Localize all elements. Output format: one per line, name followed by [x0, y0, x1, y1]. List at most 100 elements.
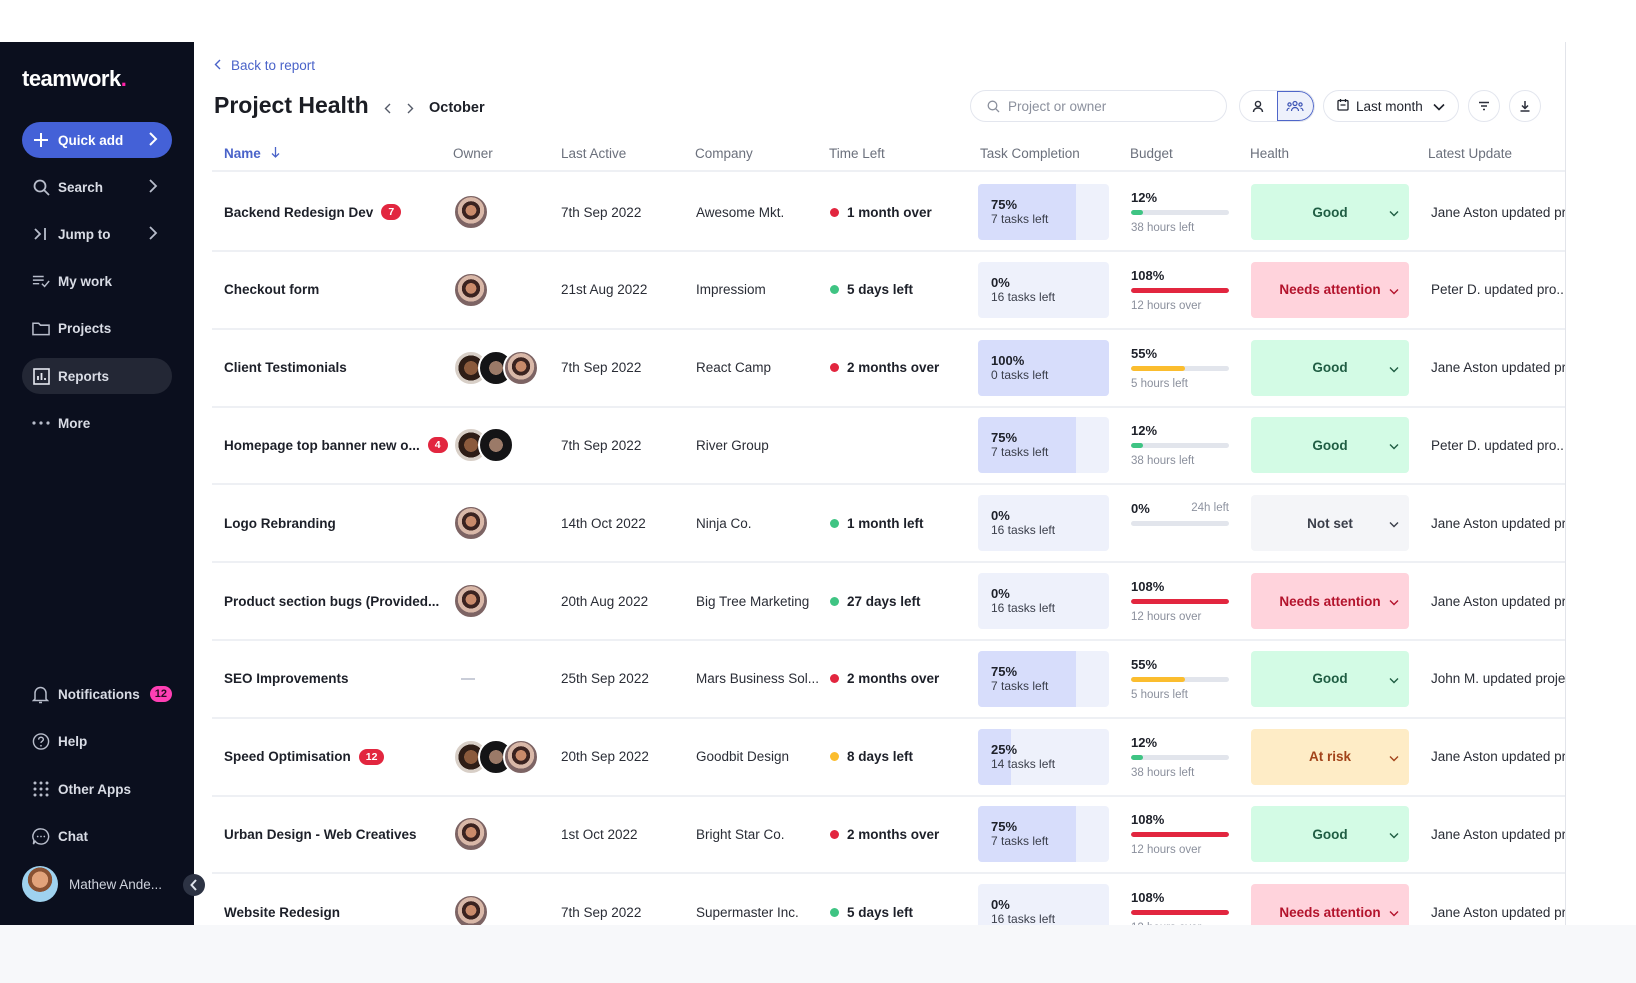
health-status-dropdown[interactable]: Good — [1251, 806, 1409, 863]
health-status-dropdown[interactable]: Good — [1251, 184, 1409, 240]
project-name-cell[interactable]: Client Testimonials — [224, 330, 347, 406]
health-status-dropdown[interactable]: Not set — [1251, 495, 1409, 552]
budget: 55% 5 hours left — [1131, 330, 1229, 406]
table-row[interactable]: Backend Redesign Dev 7 7th Sep 2022 Aweso… — [212, 174, 1565, 252]
project-name-cell[interactable]: Website Redesign — [224, 874, 340, 925]
column-header-last-active[interactable]: Last Active — [561, 146, 626, 161]
project-name-cell[interactable]: Checkout form — [224, 252, 319, 328]
project-name-cell[interactable]: SEO Improvements — [224, 641, 349, 717]
single-user-view-button[interactable] — [1240, 91, 1277, 121]
project-name-cell[interactable]: Urban Design - Web Creatives — [224, 796, 417, 872]
avatar[interactable] — [478, 427, 514, 464]
health-status-dropdown[interactable]: At risk — [1251, 728, 1409, 785]
table-row[interactable]: Client Testimonials 7th Sep 2022 React C… — [212, 330, 1565, 408]
avatar[interactable] — [453, 894, 489, 925]
download-button[interactable] — [1509, 90, 1541, 122]
filter-button[interactable] — [1468, 90, 1500, 122]
sidebar-item-more[interactable]: More — [22, 405, 172, 441]
task-completion: 0% 16 tasks left — [978, 874, 1109, 925]
owner-avatars[interactable] — [453, 641, 475, 717]
previous-month-button[interactable] — [377, 98, 397, 118]
avatar[interactable] — [453, 505, 489, 542]
table-row[interactable]: Product section bugs (Provided... 20th A… — [212, 563, 1565, 641]
health-status-dropdown[interactable]: Good — [1251, 650, 1409, 707]
avatar[interactable] — [453, 583, 489, 619]
owner-avatars[interactable] — [453, 330, 539, 406]
sidebar-item-notifications[interactable]: Notifications 12 — [22, 676, 172, 712]
sidebar-item-help[interactable]: Help — [22, 723, 172, 759]
project-name-cell[interactable]: Product section bugs (Provided... — [224, 563, 439, 639]
search-input[interactable] — [1008, 98, 1208, 114]
owner-avatars[interactable] — [453, 563, 489, 639]
avatar[interactable] — [453, 194, 489, 230]
latest-update[interactable]: Jane Aston updated pr — [1431, 719, 1565, 795]
sidebar-item-projects[interactable]: Projects — [22, 310, 172, 346]
owner-avatars[interactable] — [453, 252, 489, 328]
app-window: teamwork. Quick add Search Jump to My wo… — [0, 42, 1566, 925]
search-field[interactable] — [970, 90, 1227, 122]
latest-update[interactable]: Jane Aston updated pr — [1431, 330, 1565, 406]
avatar[interactable] — [503, 349, 539, 386]
back-to-report-link[interactable]: Back to report — [214, 58, 315, 73]
collapse-sidebar-button[interactable] — [183, 874, 205, 896]
owner-avatars[interactable] — [453, 485, 489, 561]
sidebar-item-my-work[interactable]: My work — [22, 263, 172, 299]
project-name-cell[interactable]: Homepage top banner new o... 4 — [224, 407, 448, 483]
sidebar-item-other-apps[interactable]: Other Apps — [22, 771, 172, 807]
user-profile[interactable]: Mathew Ande... — [22, 866, 162, 902]
column-header-latest-update[interactable]: Latest Update — [1428, 146, 1512, 161]
sidebar-item-jump-to[interactable]: Jump to — [22, 216, 172, 252]
table-row[interactable]: Checkout form 21st Aug 2022 Impressiom 5… — [212, 252, 1565, 330]
latest-update[interactable]: Peter D. updated pro... — [1431, 407, 1565, 483]
table-row[interactable]: Urban Design - Web Creatives 1st Oct 202… — [212, 796, 1565, 875]
column-header-budget[interactable]: Budget — [1130, 146, 1173, 161]
latest-update[interactable]: Jane Aston updated pr — [1431, 563, 1565, 639]
owner-avatars[interactable] — [453, 174, 489, 250]
next-month-button[interactable] — [400, 98, 420, 118]
sidebar-item-chat[interactable]: Chat — [22, 818, 172, 854]
health-status-dropdown[interactable]: Good — [1251, 339, 1409, 396]
health-status-dropdown[interactable]: Good — [1251, 417, 1409, 474]
health-status-dropdown[interactable]: Needs attention — [1251, 884, 1409, 925]
table-row[interactable]: SEO Improvements 25th Sep 2022 Mars Busi… — [212, 641, 1565, 719]
budget: 55% 5 hours left — [1131, 641, 1229, 717]
avatar[interactable] — [503, 738, 539, 775]
date-range-dropdown[interactable]: Last month — [1323, 90, 1459, 122]
owner-avatars[interactable] — [453, 796, 489, 872]
avatar[interactable] — [453, 816, 489, 853]
project-name-cell[interactable]: Speed Optimisation 12 — [224, 719, 385, 795]
table-row[interactable]: Homepage top banner new o... 4 7th Sep 20… — [212, 407, 1565, 486]
owner-avatars[interactable] — [453, 407, 514, 483]
latest-update[interactable]: John M. updated proje — [1431, 641, 1565, 717]
latest-update[interactable]: Jane Aston updated pr — [1431, 874, 1565, 925]
health-status-dropdown[interactable]: Needs attention — [1251, 261, 1409, 318]
column-header-task-completion[interactable]: Task Completion — [980, 146, 1080, 161]
owner-avatars[interactable] — [453, 874, 489, 925]
table-row[interactable]: Logo Rebranding 14th Oct 2022 Ninja Co. … — [212, 485, 1565, 564]
project-name-cell[interactable]: Backend Redesign Dev 7 — [224, 174, 402, 250]
column-header-name[interactable]: Name — [224, 146, 280, 161]
budget-progress-track — [1131, 599, 1229, 604]
project-name-cell[interactable]: Logo Rebranding — [224, 485, 336, 561]
column-header-owner[interactable]: Owner — [453, 146, 493, 161]
latest-update[interactable]: Jane Aston updated pr — [1431, 174, 1565, 250]
sidebar-item-quick-add[interactable]: Quick add — [22, 122, 172, 158]
column-header-time-left[interactable]: Time Left — [829, 146, 885, 161]
avatar[interactable] — [453, 271, 489, 308]
column-header-health[interactable]: Health — [1250, 146, 1289, 161]
table-row[interactable]: Website Redesign 7th Sep 2022 Supermaste… — [212, 874, 1565, 925]
logo[interactable]: teamwork. — [22, 66, 134, 92]
team-view-button[interactable] — [1276, 91, 1314, 121]
owner-avatars[interactable] — [453, 719, 539, 795]
unread-count-badge: 4 — [427, 437, 448, 454]
table-row[interactable]: Speed Optimisation 12 20th Sep 2022 Goodb… — [212, 719, 1565, 797]
health-status-dropdown[interactable]: Needs attention — [1251, 573, 1409, 629]
latest-update[interactable]: Jane Aston updated pr — [1431, 796, 1565, 872]
latest-update[interactable]: Jane Aston updated pr — [1431, 485, 1565, 561]
column-header-company[interactable]: Company — [695, 146, 753, 161]
sidebar-item-search[interactable]: Search — [22, 169, 172, 205]
health-cell: Needs attention — [1251, 252, 1409, 328]
sidebar-item-reports[interactable]: Reports — [22, 358, 172, 394]
latest-update[interactable]: Peter D. updated pro... — [1431, 252, 1565, 328]
chevron-down-icon — [1389, 827, 1399, 842]
